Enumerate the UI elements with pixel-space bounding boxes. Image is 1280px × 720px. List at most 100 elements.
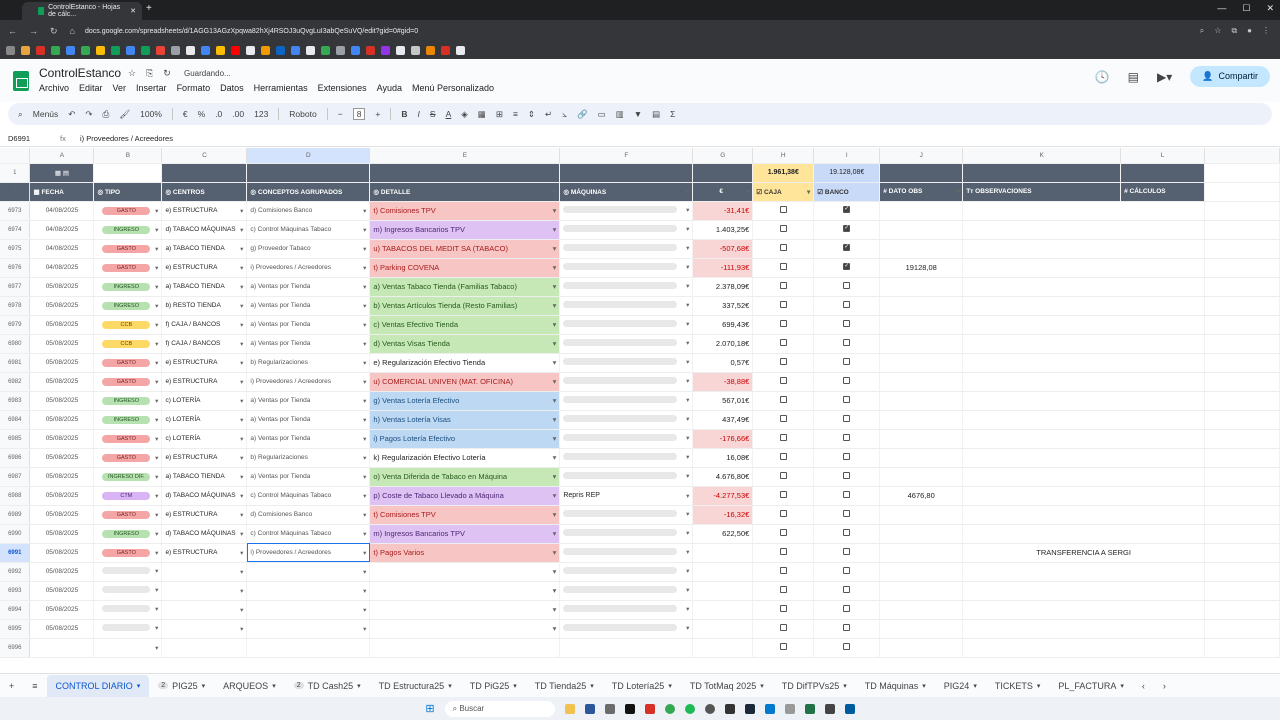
cell-calculos[interactable] (1204, 467, 1280, 487)
caja-checkbox[interactable] (779, 434, 787, 441)
sheet-tab[interactable]: TD Lotería25 ▾ (603, 681, 681, 691)
cell-centro[interactable]: ▾ (161, 581, 248, 601)
cell-concepto[interactable] (246, 638, 371, 658)
col-header-c[interactable]: C (161, 148, 248, 164)
cell-calculos[interactable] (1204, 562, 1280, 582)
cell-banco[interactable] (813, 353, 881, 373)
chevron-down-icon[interactable]: ▾ (686, 301, 689, 309)
chevron-down-icon[interactable]: ▾ (686, 529, 689, 537)
history-icon[interactable]: 🕓 (1095, 70, 1110, 84)
chevron-down-icon[interactable]: ▾ (553, 491, 557, 500)
cell-maquinas[interactable]: ▾ (559, 581, 694, 601)
cell-dato-obs[interactable] (879, 619, 964, 639)
bookmark-icon[interactable] (66, 46, 75, 55)
cell-maquinas[interactable]: ▾ (559, 543, 694, 563)
cell-euro[interactable]: 437,49€ (692, 410, 754, 430)
col-header-l[interactable]: L (1120, 148, 1206, 164)
cell-euro[interactable]: 0,57€ (692, 353, 754, 373)
cell-tipo[interactable]: INGRESO DIF. ▾ (93, 467, 163, 487)
cell-concepto[interactable]: a) Ventas por Tienda ▾ (246, 334, 371, 354)
cell-detalle[interactable]: g) Ventas Lotería Efectivo ▾ (369, 391, 561, 411)
cell-euro[interactable]: -176,66€ (692, 429, 754, 449)
chevron-down-icon[interactable]: ▾ (155, 473, 158, 481)
cell-detalle[interactable]: ▾ (369, 600, 561, 620)
app-icon[interactable] (644, 703, 655, 714)
chevron-down-icon[interactable]: ▾ (240, 473, 243, 481)
row-number[interactable]: 6995 (0, 619, 31, 639)
cell-calculos[interactable] (1204, 277, 1280, 297)
chevron-down-icon[interactable]: ▾ (363, 207, 366, 215)
cell-centro[interactable]: c) LOTERÍA ▾ (161, 410, 248, 430)
banco-checkbox[interactable] (843, 358, 851, 365)
cell-euro[interactable]: 4.676,80€ (692, 467, 754, 487)
cell-tipo[interactable]: GASTO ▾ (93, 258, 163, 278)
banco-checkbox[interactable] (843, 567, 851, 574)
bookmark-icon[interactable] (261, 46, 270, 55)
bookmark-icon[interactable] (426, 46, 435, 55)
chevron-down-icon[interactable]: ▾ (553, 339, 557, 348)
cell-concepto[interactable]: b) Regularizaciones ▾ (246, 353, 371, 373)
cell-caja[interactable] (752, 296, 815, 316)
banco-checkbox[interactable] (843, 472, 851, 479)
maquina-dropdown[interactable] (563, 529, 678, 536)
header-maquinas[interactable]: ◎ MÁQUINAS ▾ (559, 182, 694, 202)
cell-centro[interactable]: a) TABACO TIENDA ▾ (161, 277, 248, 297)
cell-fecha[interactable]: 05/08/2025 (29, 277, 95, 297)
banco-checkbox[interactable] (843, 262, 851, 270)
chevron-down-icon[interactable]: ▾ (553, 605, 557, 614)
sheet-tab[interactable]: TD TotMaq 2025 ▾ (681, 681, 773, 691)
caja-checkbox[interactable] (779, 415, 787, 422)
chevron-down-icon[interactable]: ▾ (240, 568, 243, 576)
header-dato-obs[interactable]: # DATO OBS ▾ (879, 182, 964, 202)
row-number[interactable]: 6982 (0, 372, 31, 392)
chevron-down-icon[interactable]: ▾ (686, 244, 689, 252)
chevron-down-icon[interactable]: ▾ (553, 624, 557, 633)
cell-concepto[interactable]: a) Ventas por Tienda ▾ (246, 277, 371, 297)
cell-banco[interactable] (813, 372, 881, 392)
header-caja[interactable]: ☑ CAJA ▾ (752, 182, 815, 202)
chevron-down-icon[interactable]: ▾ (513, 682, 517, 690)
cell-maquinas[interactable]: ▾ (559, 600, 694, 620)
caja-checkbox[interactable] (779, 605, 787, 612)
cell-maquinas[interactable]: ▾ (559, 505, 694, 525)
align-horizontal-icon[interactable]: ≡ (513, 109, 518, 119)
cell-banco[interactable] (813, 239, 881, 259)
cell-maquinas[interactable]: Repris REP ▾ (559, 486, 694, 506)
chevron-down-icon[interactable]: ▾ (240, 321, 243, 329)
cell-dato-obs[interactable] (879, 448, 964, 468)
chevron-down-icon[interactable]: ▾ (686, 415, 689, 423)
caja-checkbox[interactable] (779, 624, 787, 631)
caja-checkbox[interactable] (779, 206, 787, 213)
cell-maquinas[interactable]: ▾ (559, 448, 694, 468)
chevron-down-icon[interactable]: ▾ (686, 396, 689, 404)
chevron-down-icon[interactable]: ▾ (240, 283, 243, 291)
chevron-down-icon[interactable]: ▾ (155, 245, 158, 253)
cell-caja[interactable] (752, 277, 815, 297)
cell-maquinas[interactable]: ▾ (559, 334, 694, 354)
menu-insertar[interactable]: Insertar (136, 83, 167, 93)
comments-icon[interactable]: ▤ (1128, 70, 1139, 84)
menu-herramientas[interactable]: Herramientas (254, 83, 308, 93)
row-number[interactable]: 6973 (0, 201, 31, 221)
cell-fecha[interactable]: 05/08/2025 (29, 429, 95, 449)
search-menus-icon[interactable]: ⌕ (18, 109, 23, 120)
col-header-e[interactable]: E (369, 148, 561, 164)
functions-icon[interactable]: Σ (670, 109, 675, 119)
cell-banco[interactable] (813, 543, 881, 563)
cell-observaciones[interactable] (962, 581, 1206, 601)
cell-calculos[interactable] (1204, 600, 1280, 620)
banco-checkbox[interactable] (843, 224, 851, 232)
chevron-down-icon[interactable]: ▾ (1120, 682, 1124, 690)
cell-tipo[interactable]: INGRESO ▾ (93, 524, 163, 544)
cell-tipo[interactable]: GASTO ▾ (93, 353, 163, 373)
chevron-down-icon[interactable]: ▾ (363, 473, 366, 481)
cell-centro[interactable]: a) TABACO TIENDA ▾ (161, 467, 248, 487)
minimize-icon[interactable]: — (1217, 3, 1226, 14)
chevron-down-icon[interactable]: ▾ (668, 682, 672, 690)
cell-observaciones[interactable] (962, 486, 1206, 506)
redo-icon[interactable]: ↷ (85, 109, 92, 120)
bookmark-icon[interactable] (381, 46, 390, 55)
cell-euro[interactable] (692, 619, 754, 639)
chevron-down-icon[interactable]: ▾ (240, 454, 243, 462)
cell-dato-obs[interactable] (879, 220, 964, 240)
